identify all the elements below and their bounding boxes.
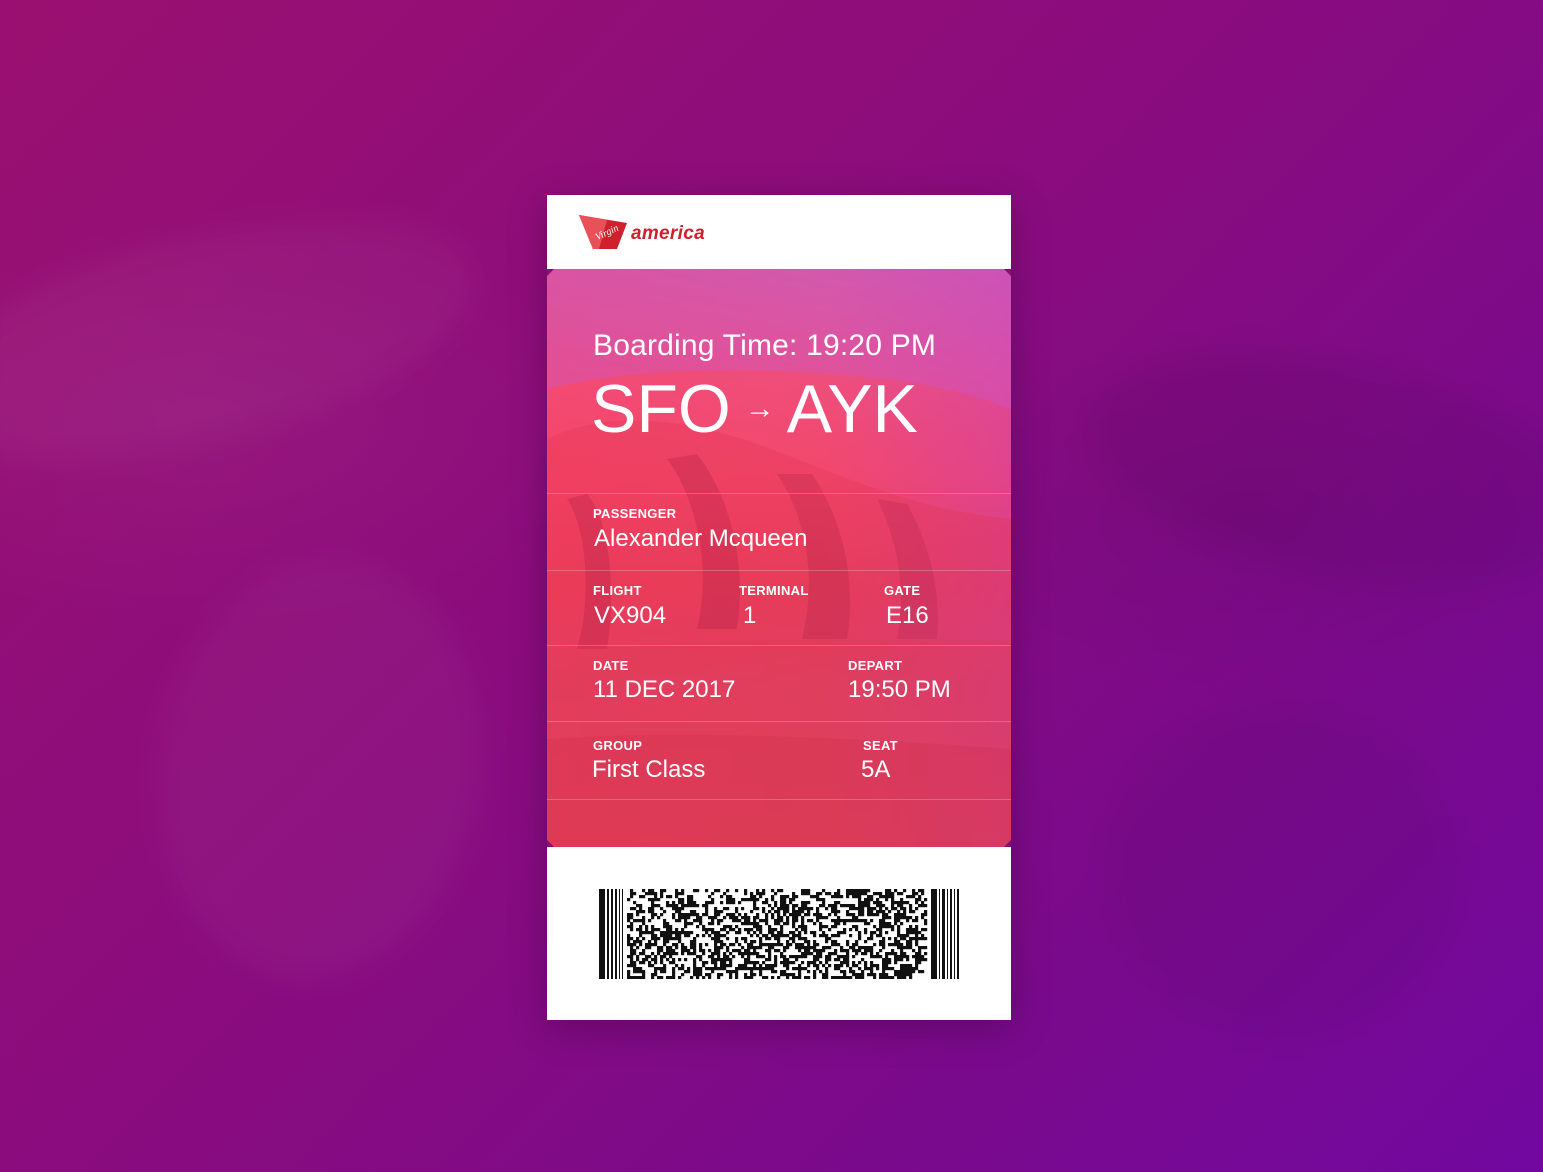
divider — [547, 721, 1011, 722]
date-label: DATE — [593, 658, 629, 673]
route-destination: AYK — [786, 371, 918, 447]
seat-label: SEAT — [863, 738, 898, 753]
boarding-time: Boarding Time: 19:20 PM — [593, 329, 937, 362]
gate-value: E16 — [886, 602, 929, 629]
route: SFO → AYK — [591, 375, 918, 443]
background-texture — [0, 175, 496, 505]
terminal-value: 1 — [743, 602, 757, 629]
divider — [547, 799, 1011, 800]
ticket-notch — [1003, 269, 1011, 277]
pass-body: Boarding Time: 19:20 PM SFO → AYK PASSEN… — [547, 269, 1011, 847]
arrow-right-icon: → — [744, 392, 775, 425]
boarding-pass[interactable]: Virgin america Boarding Time: 19:20 PM S… — [547, 195, 1011, 1020]
pass-header: Virgin america — [547, 195, 1011, 269]
pass-footer — [547, 847, 1011, 1020]
divider — [547, 570, 1011, 571]
brand-logo: Virgin america — [577, 213, 705, 251]
pdf417-barcode-icon[interactable] — [599, 889, 959, 979]
divider — [547, 645, 1011, 646]
gate-label: GATE — [884, 583, 921, 598]
depart-value: 19:50 PM — [848, 676, 951, 703]
flight-value: VX904 — [594, 602, 667, 629]
ticket-notch — [547, 269, 555, 277]
depart-label: DEPART — [848, 658, 903, 673]
flight-label: FLIGHT — [593, 583, 642, 598]
virgin-tail-logo-icon: Virgin — [579, 215, 627, 249]
route-origin: SFO — [591, 371, 731, 447]
group-value: First Class — [592, 756, 706, 783]
passenger-value: Alexander Mcqueen — [594, 525, 808, 552]
terminal-label: TERMINAL — [739, 583, 809, 598]
background-texture — [1062, 308, 1543, 632]
date-value: 11 DEC 2017 — [593, 676, 736, 703]
passenger-label: PASSENGER — [593, 506, 677, 521]
ticket-notch — [547, 839, 555, 847]
divider — [547, 493, 1011, 494]
ticket-notch — [1003, 839, 1011, 847]
seat-value: 5A — [861, 756, 891, 783]
background-texture — [132, 540, 507, 1000]
background-texture — [1073, 671, 1487, 1069]
brand-name: america — [631, 223, 705, 244]
group-label: GROUP — [593, 738, 643, 753]
